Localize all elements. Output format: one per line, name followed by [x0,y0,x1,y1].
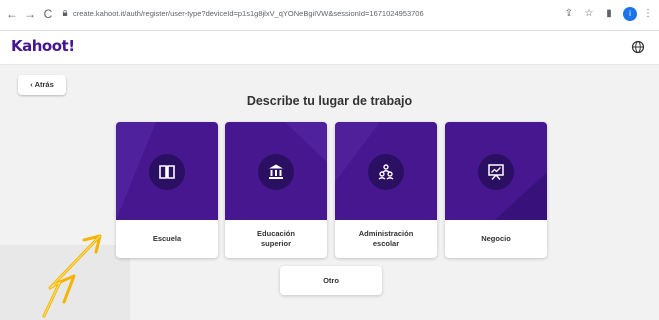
globe-icon[interactable] [631,40,645,54]
back-arrow-icon[interactable]: ← [4,6,20,22]
app-header: Kahoot! [0,31,659,65]
hand-drawn-arrow-icon [42,234,102,318]
other-button[interactable]: Otro [280,266,382,295]
card-image [335,122,437,220]
profile-avatar[interactable]: i [623,7,637,21]
browser-toolbar: ← → C create.kahoot.it/auth/register/use… [0,0,659,31]
people-icon [378,164,394,180]
card-icon-circle [258,154,294,190]
kahoot-logo[interactable]: Kahoot! [11,37,75,55]
card-escuela[interactable]: Escuela [116,122,218,258]
card-image [445,122,547,220]
card-icon-circle [368,154,404,190]
more-menu-icon[interactable]: ⋮ [641,7,655,21]
bookmark-star-icon[interactable]: ☆ [582,7,596,21]
card-negocio[interactable]: Negocio [445,122,547,258]
card-image [116,122,218,220]
card-icon-circle [478,154,514,190]
back-button[interactable]: ‹ Atrás [18,75,66,95]
card-administracion-escolar[interactable]: Administración escolar [335,122,437,258]
card-label: Escuela [152,234,182,243]
card-label: Administración escolar [358,229,414,248]
address-bar[interactable]: create.kahoot.it/auth/register/user-type… [62,5,424,23]
share-icon[interactable]: ⇪ [562,7,576,21]
book-icon [159,165,175,179]
forward-arrow-icon[interactable]: → [22,6,38,22]
card-label: Educación superior [257,229,295,248]
page-title: Describe tu lugar de trabajo [246,94,413,108]
card-icon-circle [149,154,185,190]
card-image [225,122,327,220]
presentation-icon [488,164,504,180]
card-label: Negocio [481,234,511,243]
lock-icon [62,10,68,16]
back-label: Atrás [34,80,54,89]
reload-icon[interactable]: C [40,6,56,22]
sidepanel-icon[interactable]: ▮ [602,7,616,21]
card-educacion-superior[interactable]: Educación superior [225,122,327,258]
institution-icon [269,164,283,179]
url-text: create.kahoot.it/auth/register/user-type… [73,9,424,18]
